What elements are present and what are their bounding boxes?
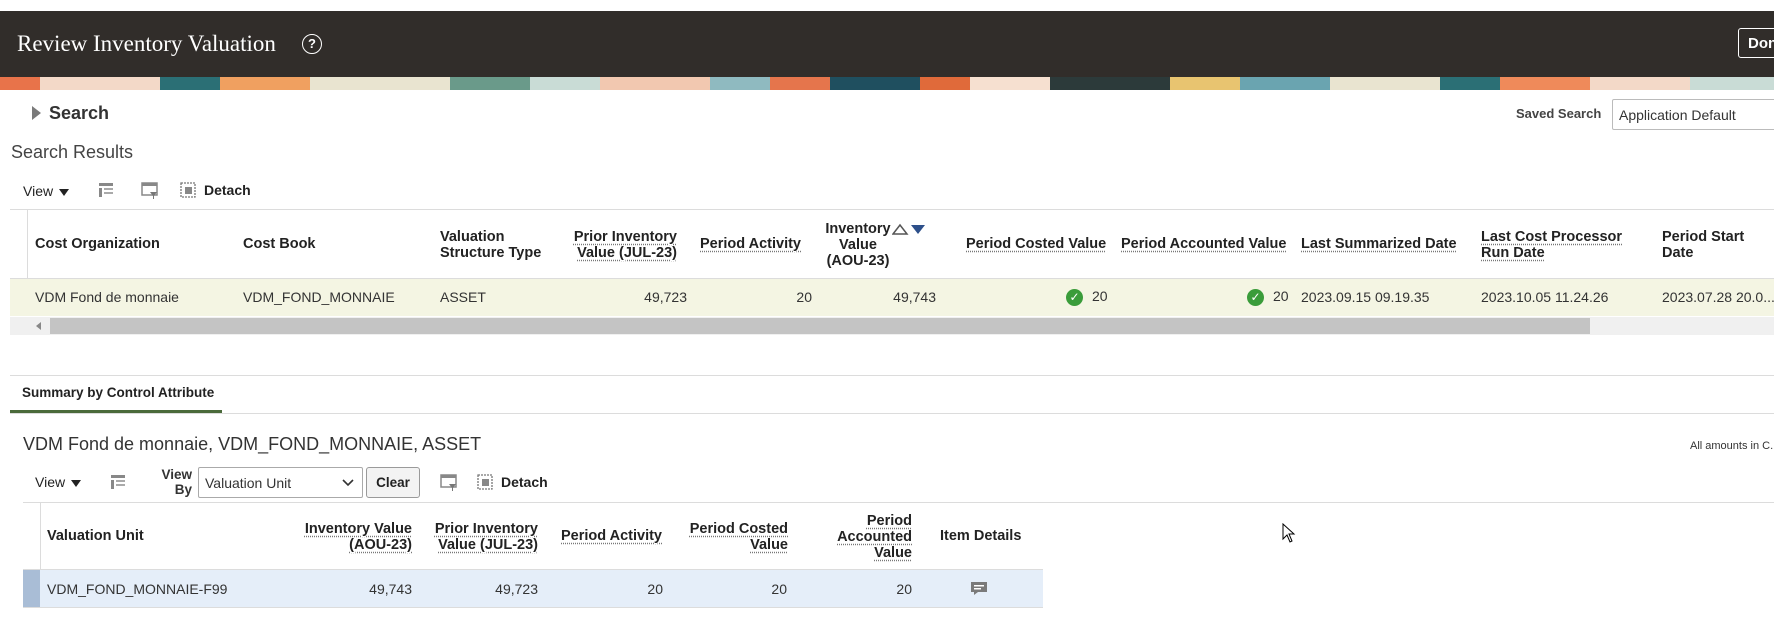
cell-period-activity: 20	[796, 289, 812, 305]
cell-inventory-value: 49,743	[893, 289, 936, 305]
done-button[interactable]: Done	[1738, 28, 1774, 58]
section-divider	[10, 375, 1774, 376]
search-header[interactable]: Search	[49, 103, 109, 124]
col-period-accounted-value[interactable]: Period Accounted Value	[1121, 236, 1286, 252]
expand-triangle-icon[interactable]	[32, 106, 41, 120]
detach-label[interactable]: Detach	[501, 474, 548, 490]
table-bottom-border	[23, 607, 1043, 608]
col-period-accounted-value[interactable]: Period Accounted Value	[820, 513, 912, 561]
view-by-value: Valuation Unit	[205, 475, 292, 491]
cell-prior-value: 49,723	[495, 581, 538, 597]
col-period-activity[interactable]: Period Activity	[700, 236, 801, 252]
tab-summary-by-control-attribute[interactable]: Summary by Control Attribute	[22, 385, 214, 400]
view-label: View	[35, 474, 66, 490]
check-circle-icon: ✓	[1066, 289, 1083, 306]
saved-search-label: Saved Search	[1516, 106, 1602, 121]
view-menu[interactable]: View	[23, 183, 70, 199]
view-by-select[interactable]: Valuation Unit	[198, 467, 363, 498]
cell-structure-type: ASSET	[440, 289, 486, 305]
cell-period-activity: 20	[647, 581, 663, 597]
col-item-details[interactable]: Item Details	[940, 528, 1021, 544]
cell-cost-book: VDM_FOND_MONNAIE	[243, 289, 395, 305]
saved-search-select[interactable]: Application Default	[1612, 99, 1774, 130]
search-results-title: Search Results	[11, 142, 134, 162]
summary-table-top	[23, 502, 1774, 503]
col-prior-inventory-value[interactable]: Prior Inventory Value (JUL-23)	[555, 229, 677, 261]
col-inventory-value[interactable]: Inventory Value (AOU-23)	[292, 521, 412, 553]
cell-cost-organization: VDM Fond de monnaie	[35, 289, 179, 305]
cell-inventory-value: 49,743	[369, 581, 412, 597]
table-row[interactable]: VDM_FOND_MONNAIE-F99 49,743 49,723 20 20…	[23, 570, 1043, 607]
col-valuation-unit[interactable]: Valuation Unit	[47, 528, 144, 544]
caret-down-icon	[59, 188, 70, 196]
col-last-cost-processor-run-date[interactable]: Last Cost Processor Run Date	[1481, 229, 1631, 261]
scrollbar-thumb[interactable]	[50, 318, 1590, 334]
sort-icon[interactable]	[892, 222, 926, 236]
cell-valuation-unit: VDM_FOND_MONNAIE-F99	[47, 581, 228, 597]
summary-title: VDM Fond de monnaie, VDM_FOND_MONNAIE, A…	[23, 434, 482, 454]
detach-icon[interactable]	[178, 180, 198, 200]
summary-view-menu[interactable]: View	[35, 474, 82, 490]
cell-costed-value: 20	[1092, 288, 1108, 304]
horizontal-scrollbar[interactable]	[10, 317, 1774, 335]
freeze-columns-icon[interactable]	[96, 180, 116, 200]
cell-accounted-value: 20	[1273, 288, 1289, 304]
details-icon[interactable]	[970, 581, 988, 596]
col-inventory-value[interactable]: Inventory Value (AOU-23)	[818, 221, 898, 269]
col-valuation-structure-type[interactable]: Valuation Structure Type	[440, 229, 550, 261]
scroll-left-icon[interactable]	[36, 322, 41, 330]
col-period-costed-value[interactable]: Period Costed Value	[966, 236, 1106, 252]
table-row[interactable]: VDM Fond de monnaie VDM_FOND_MONNAIE ASS…	[10, 279, 1774, 316]
check-circle-icon: ✓	[1247, 289, 1264, 306]
col-period-activity[interactable]: Period Activity	[561, 528, 662, 544]
query-by-example-icon[interactable]	[140, 180, 160, 200]
decorative-banner	[0, 77, 1774, 90]
cell-last-cost-run: 2023.10.05 11.24.26	[1481, 289, 1609, 305]
col-prior-inventory-value[interactable]: Prior Inventory Value (JUL-23)	[420, 521, 538, 553]
clear-button[interactable]: Clear	[366, 467, 420, 498]
query-by-example-icon[interactable]	[439, 472, 459, 492]
view-label: View	[23, 183, 54, 199]
tab-bar-border	[10, 413, 1774, 414]
cell-period-start: 2023.07.28 20.0...	[1662, 289, 1774, 305]
view-by-label: View By	[161, 467, 192, 497]
table-top-border	[10, 209, 1774, 210]
col-cost-organization[interactable]: Cost Organization	[35, 236, 160, 252]
question-circle-icon[interactable]: ?	[302, 34, 322, 54]
caret-down-icon	[71, 479, 82, 487]
cell-accounted-value: 20	[896, 581, 912, 597]
col-last-summarized-date[interactable]: Last Summarized Date	[1301, 236, 1457, 252]
saved-search-value: Application Default	[1619, 107, 1736, 123]
title-bar: Review Inventory Valuation ? Done	[0, 11, 1774, 77]
mouse-cursor-icon	[1282, 523, 1296, 543]
page-title: Review Inventory Valuation	[17, 31, 276, 56]
col-period-start-date[interactable]: Period Start Date	[1662, 229, 1767, 261]
cell-prior-value: 49,723	[644, 289, 687, 305]
col-period-costed-value[interactable]: Period Costed Value	[670, 521, 788, 553]
row-selector[interactable]	[23, 570, 40, 607]
freeze-columns-icon[interactable]	[108, 472, 128, 492]
chevron-down-icon	[342, 479, 354, 487]
amounts-note: All amounts in C...	[1690, 440, 1774, 452]
detach-icon[interactable]	[475, 472, 495, 492]
cell-last-summarized: 2023.09.15 09.19.35	[1301, 289, 1430, 305]
col-cost-book[interactable]: Cost Book	[243, 236, 316, 252]
detach-label[interactable]: Detach	[204, 182, 251, 198]
cell-costed-value: 20	[771, 581, 787, 597]
